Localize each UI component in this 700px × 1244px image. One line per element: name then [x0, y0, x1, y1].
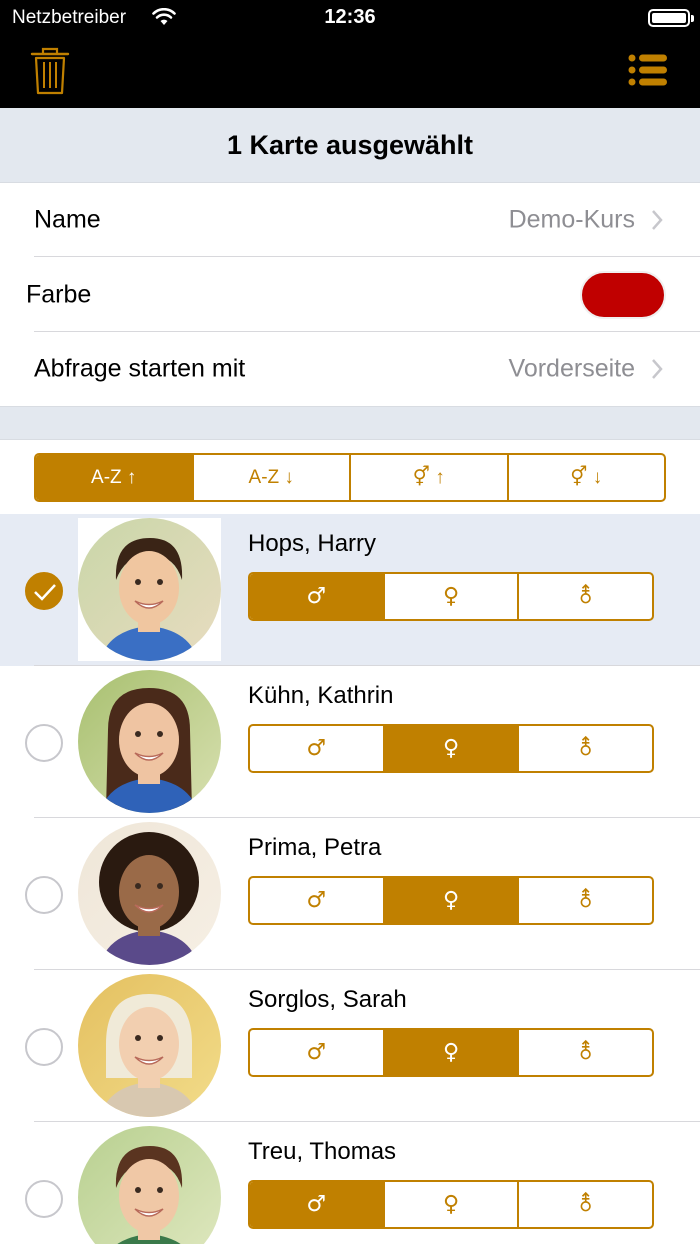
- person-name: Treu, Thomas: [248, 1138, 397, 1165]
- navigation-bar: [0, 36, 700, 108]
- sort-gender-desc[interactable]: ⚥ ↓: [509, 455, 665, 500]
- avatar-frame: [78, 670, 221, 813]
- query-start-row[interactable]: Abfrage starten mit Vorderseite: [0, 332, 700, 406]
- gender-segmented-control: ♂ ♀ ⚨: [248, 1180, 654, 1229]
- gender-option-neutral[interactable]: ⚨: [519, 1182, 652, 1227]
- selection-header: 1 Karte ausgewählt: [0, 108, 700, 183]
- battery-icon: [648, 9, 694, 27]
- gender-option-male[interactable]: ♂: [250, 1030, 385, 1075]
- gender-option-neutral[interactable]: ⚨: [519, 726, 652, 771]
- sort-gender-asc[interactable]: ⚥ ↑: [351, 455, 509, 500]
- selection-radio[interactable]: [25, 724, 63, 762]
- person-row[interactable]: Treu, Thomas ♂ ♀ ⚨: [0, 1122, 700, 1244]
- color-row: Farbe: [0, 257, 700, 332]
- person-name: Hops, Harry: [248, 530, 377, 557]
- query-start-value: Vorderseite: [508, 354, 635, 383]
- person-name: Sorglos, Sarah: [248, 986, 407, 1013]
- person-name: Prima, Petra: [248, 834, 382, 861]
- avatar-frame: [78, 518, 221, 661]
- gender-option-male[interactable]: ♂: [250, 726, 385, 771]
- chevron-right-icon: [652, 359, 663, 379]
- person-row[interactable]: Prima, Petra ♂ ♀ ⚨: [0, 818, 700, 970]
- name-row[interactable]: Name Demo-Kurs: [0, 183, 700, 257]
- gender-option-neutral[interactable]: ⚨: [519, 878, 652, 923]
- sort-az-asc[interactable]: A-Z ↑: [36, 455, 194, 500]
- gender-option-neutral[interactable]: ⚨: [519, 1030, 652, 1075]
- gender-segmented-control: ♂ ♀ ⚨: [248, 572, 654, 621]
- gender-option-female[interactable]: ♀: [384, 878, 520, 923]
- checkmark-icon: [34, 584, 56, 601]
- sort-segmented-control: A-Z ↑ A-Z ↓ ⚥ ↑ ⚥ ↓: [34, 453, 666, 502]
- gender-option-female[interactable]: ♀: [385, 1182, 520, 1227]
- avatar: [78, 670, 221, 813]
- section-gap: [0, 406, 700, 440]
- query-start-label: Abfrage starten mit: [34, 354, 246, 383]
- name-value: Demo-Kurs: [508, 205, 635, 234]
- status-bar: Netzbetreiber 12:36: [0, 0, 700, 36]
- person-name: Kühn, Kathrin: [248, 682, 394, 709]
- color-swatch[interactable]: [580, 271, 666, 319]
- clock: 12:36: [324, 6, 376, 28]
- avatar: [78, 974, 221, 1117]
- gender-option-male[interactable]: ♂: [250, 1182, 385, 1227]
- selection-radio[interactable]: [25, 1028, 63, 1066]
- gender-option-male[interactable]: ♂: [250, 574, 385, 619]
- gender-option-female[interactable]: ♀: [384, 726, 520, 771]
- person-row[interactable]: Kühn, Kathrin ♂ ♀ ⚨: [0, 666, 700, 818]
- avatar-frame: [78, 822, 221, 965]
- avatar: [78, 1126, 221, 1244]
- gender-option-female[interactable]: ♀: [385, 574, 520, 619]
- gender-segmented-control: ♂ ♀ ⚨: [248, 724, 654, 773]
- person-row[interactable]: Sorglos, Sarah ♂ ♀ ⚨: [0, 970, 700, 1122]
- avatar: [78, 518, 221, 661]
- avatar-frame: [78, 974, 221, 1117]
- list-icon[interactable]: [622, 50, 672, 90]
- selection-radio[interactable]: [25, 876, 63, 914]
- color-label: Farbe: [26, 280, 92, 308]
- avatar: [78, 822, 221, 965]
- selection-title: 1 Karte ausgewählt: [226, 129, 474, 160]
- gender-option-male[interactable]: ♂: [250, 878, 385, 923]
- gender-segmented-control: ♂ ♀ ⚨: [248, 1028, 654, 1077]
- gender-segmented-control: ♂ ♀ ⚨: [248, 876, 654, 925]
- chevron-right-icon: [652, 210, 663, 230]
- gender-option-female[interactable]: ♀: [384, 1030, 520, 1075]
- selection-radio[interactable]: [25, 1180, 63, 1218]
- trash-icon[interactable]: [28, 46, 72, 96]
- name-label: Name: [34, 205, 101, 234]
- person-row[interactable]: Hops, Harry ♂ ♀ ⚨: [0, 514, 700, 666]
- selection-radio[interactable]: [25, 572, 63, 610]
- sort-az-desc[interactable]: A-Z ↓: [194, 455, 351, 500]
- avatar-frame: [78, 1126, 221, 1244]
- gender-option-neutral[interactable]: ⚨: [519, 574, 652, 619]
